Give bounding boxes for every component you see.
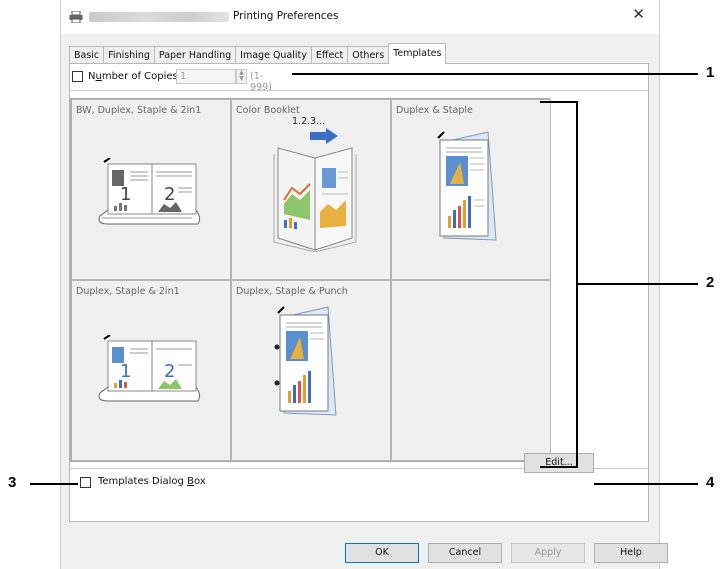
- callout-bracket-bottom: [540, 466, 578, 468]
- number-of-copies-input[interactable]: 1: [176, 69, 236, 84]
- bw-duplex-2in1-icon: 1 2: [98, 158, 201, 225]
- tab-effect[interactable]: Effect: [310, 46, 349, 64]
- templates-dialog-box-label: Templates Dialog Box: [98, 476, 206, 487]
- template-label: Duplex, Staple & 2in1: [76, 286, 180, 297]
- template-label: Color Booklet: [236, 105, 300, 116]
- duplex-punch-icon: [274, 306, 337, 416]
- callout-bracket-top: [540, 101, 578, 103]
- printing-preferences-dialog: Printing Preferences ✕ Basic Finishing P…: [60, 0, 668, 569]
- copies-spinner[interactable]: ▲ ▼: [236, 69, 247, 84]
- number-of-copies-label: Number of Copies:: [88, 71, 182, 82]
- title-bar: Printing Preferences ✕: [61, 0, 659, 34]
- callout-number-4: 4: [706, 474, 715, 491]
- help-button[interactable]: Help: [594, 543, 668, 563]
- template-duplex-2in1[interactable]: Duplex, Staple & 2in1 1 2: [71, 280, 231, 461]
- template-color-booklet[interactable]: Color Booklet 1.2.3...: [231, 99, 391, 280]
- callout-line-2: [578, 283, 698, 285]
- template-duplex-punch[interactable]: Duplex, Staple & Punch: [231, 280, 391, 461]
- color-booklet-icon: [273, 128, 357, 252]
- tab-basic[interactable]: Basic: [69, 46, 105, 64]
- callout-number-2: 2: [706, 274, 715, 291]
- ok-button[interactable]: OK: [345, 543, 419, 563]
- separator: [70, 90, 648, 91]
- template-bw-duplex-2in1[interactable]: BW, Duplex, Staple & 2in1 1 2: [71, 99, 231, 280]
- callout-line-1: [292, 73, 698, 75]
- booklet-page-order: 1.2.3...: [292, 116, 326, 127]
- printer-icon: [69, 11, 83, 23]
- svg-text:1: 1: [120, 184, 131, 205]
- template-label: Duplex & Staple: [396, 105, 473, 116]
- close-icon[interactable]: ✕: [632, 7, 645, 22]
- number-of-copies-checkbox[interactable]: [72, 71, 83, 82]
- printer-name-redacted: [89, 12, 229, 22]
- callout-line-3: [30, 483, 78, 485]
- callout-number-3: 3: [8, 474, 17, 491]
- duplex-staple-icon: [437, 131, 497, 241]
- cancel-button[interactable]: Cancel: [428, 543, 502, 563]
- tab-others[interactable]: Others: [347, 46, 390, 64]
- spin-down-icon[interactable]: ▼: [237, 76, 246, 82]
- tab-paper-handling[interactable]: Paper Handling: [153, 46, 237, 64]
- templates-grid: BW, Duplex, Staple & 2in1 1 2 Color Book…: [70, 98, 551, 462]
- template-label: BW, Duplex, Staple & 2in1: [76, 105, 202, 116]
- window-title: Printing Preferences: [233, 10, 339, 22]
- template-empty-slot: [391, 280, 551, 461]
- tab-finishing[interactable]: Finishing: [103, 46, 155, 64]
- duplex-2in1-icon: 1 2: [98, 335, 201, 402]
- svg-text:2: 2: [164, 361, 175, 382]
- callout-line-4: [594, 483, 698, 485]
- templates-dialog-box-checkbox[interactable]: [80, 477, 91, 488]
- template-duplex-staple[interactable]: Duplex & Staple: [391, 99, 551, 280]
- tab-templates[interactable]: Templates: [388, 43, 447, 64]
- svg-text:2: 2: [164, 184, 175, 205]
- callout-number-1: 1: [706, 64, 715, 81]
- tab-strip: Basic Finishing Paper Handling Image Qua…: [69, 43, 447, 64]
- edit-button[interactable]: Edit...: [524, 453, 594, 473]
- template-label: Duplex, Staple & Punch: [236, 286, 348, 297]
- templates-panel: Number of Copies: 1 ▲ ▼ (1-999) BW, Dupl…: [69, 63, 649, 522]
- svg-text:1: 1: [120, 361, 131, 382]
- tab-image-quality[interactable]: Image Quality: [235, 46, 312, 64]
- apply-button[interactable]: Apply: [511, 543, 585, 563]
